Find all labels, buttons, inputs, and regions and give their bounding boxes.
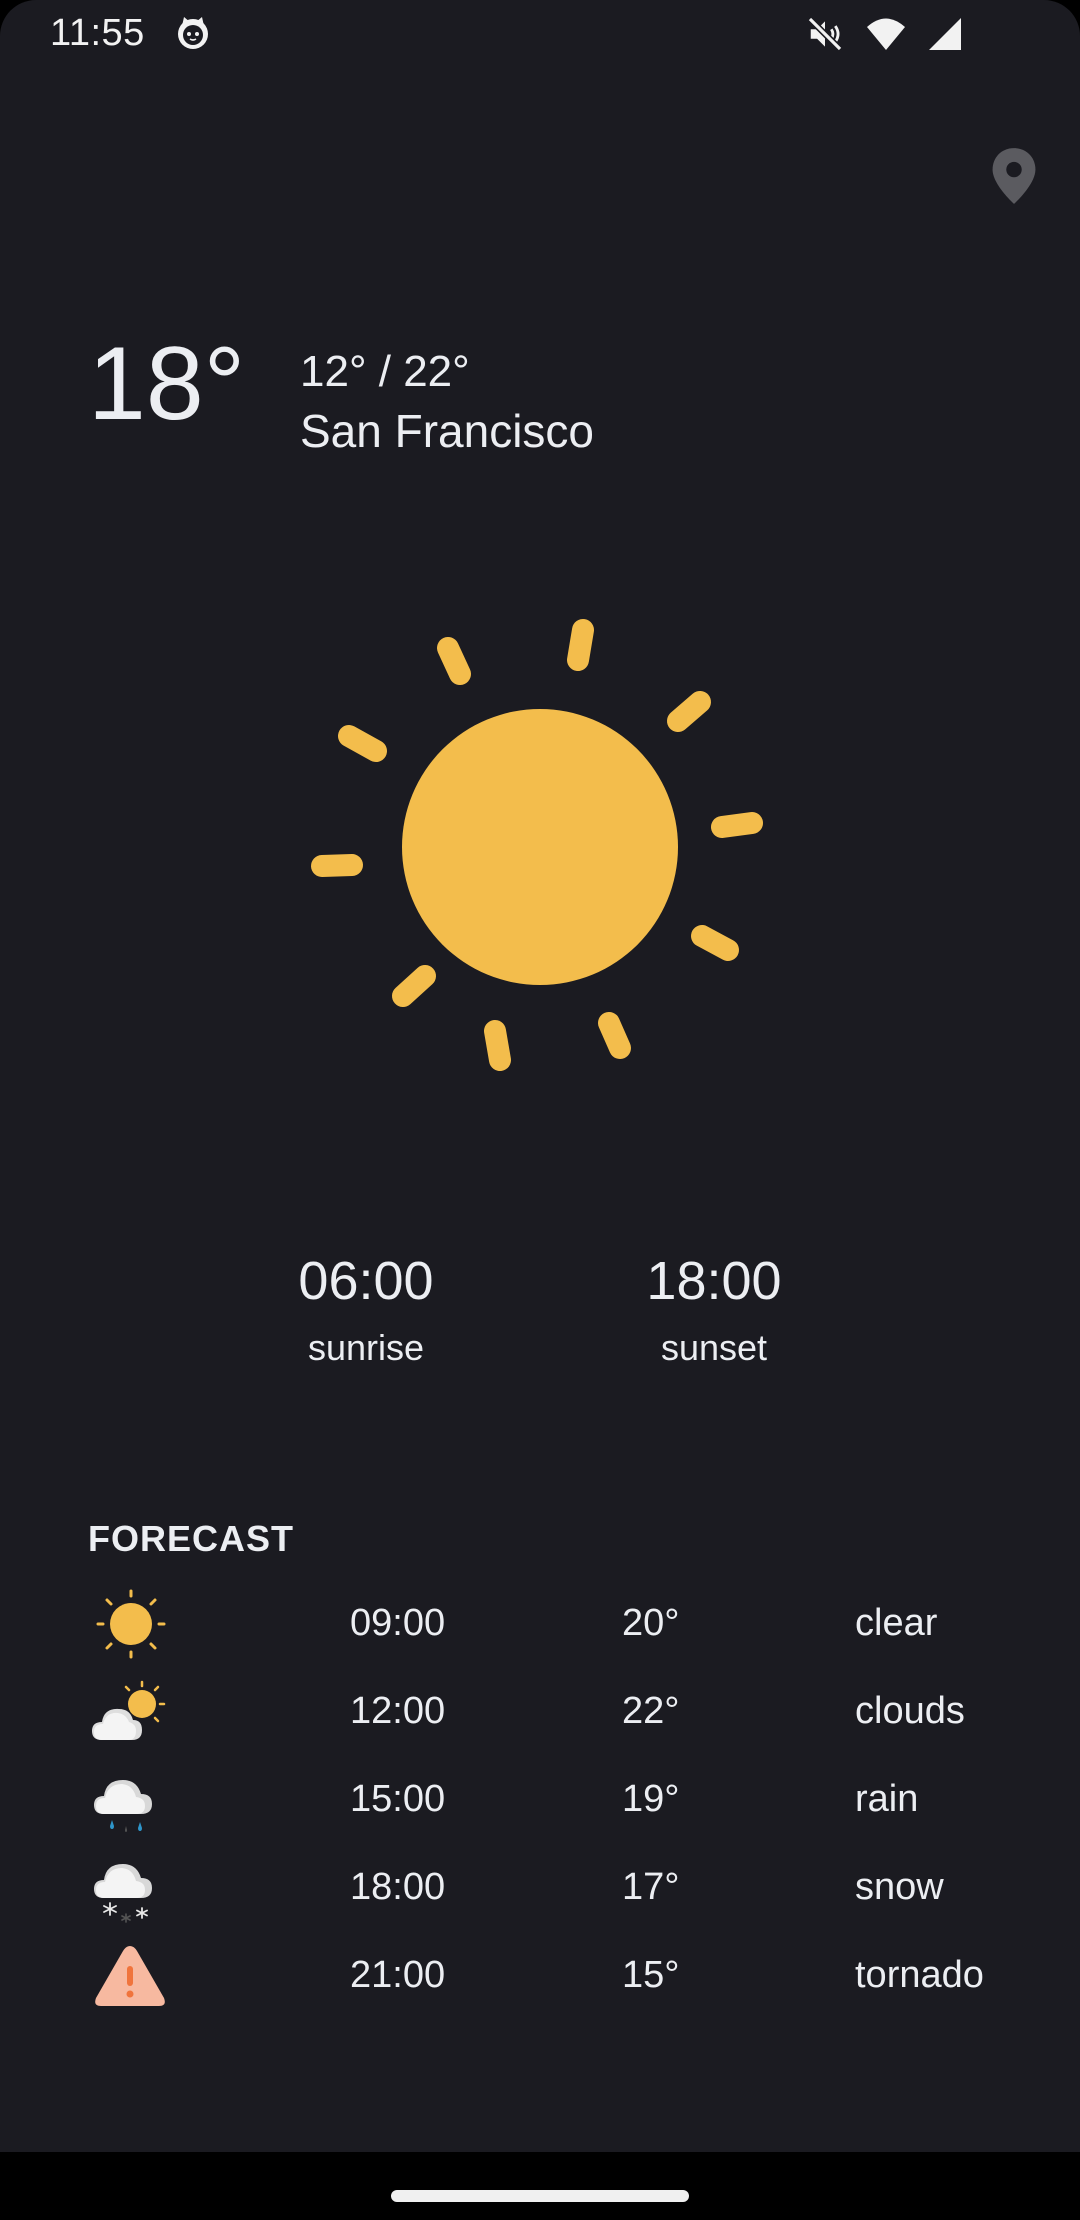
signal-icon — [929, 18, 961, 50]
forecast-row: 15:00 19° rain — [0, 1756, 1080, 1844]
snow-icon — [94, 1864, 152, 1923]
forecast-condition: clear — [855, 1602, 938, 1644]
forecast-condition: rain — [855, 1778, 919, 1820]
weather-screen: 11:55 18° 12° / 22° San Francisco 06:00 … — [0, 0, 1080, 2152]
forecast-condition: clouds — [855, 1690, 965, 1732]
forecast-time: 15:00 — [350, 1778, 446, 1820]
forecast-temperature: 19° — [622, 1778, 680, 1820]
sun-icon — [311, 619, 763, 1071]
forecast-time: 09:00 — [350, 1602, 446, 1644]
forecast-temperature: 15° — [622, 1954, 680, 1996]
location-pin-icon[interactable] — [986, 146, 1042, 206]
forecast-temperature: 20° — [622, 1602, 680, 1644]
temperature-range: 12° / 22° — [300, 347, 470, 396]
forecast-time: 18:00 — [350, 1866, 446, 1908]
status-icons — [806, 14, 962, 54]
sunset-time: 18:00 — [646, 1251, 782, 1311]
home-indicator[interactable] — [391, 2190, 689, 2202]
mute-icon — [807, 16, 843, 52]
forecast-row: 12:00 22° clouds — [0, 1668, 1080, 1756]
status-time: 11:55 — [50, 12, 145, 54]
status-bar: 11:55 — [0, 0, 1080, 72]
forecast-time: 12:00 — [350, 1690, 446, 1732]
rain-icon — [94, 1780, 152, 1832]
forecast-row: 09:00 20° clear — [0, 1580, 1080, 1668]
tornado-warning-icon — [95, 1946, 165, 2006]
forecast-condition: tornado — [855, 1954, 984, 1996]
forecast-row: 18:00 17° snow — [0, 1844, 1080, 1932]
clear-icon — [96, 1589, 166, 1659]
cat-app-icon — [178, 17, 208, 49]
forecast-heading: FORECAST — [88, 1518, 294, 1559]
forecast-temperature: 17° — [622, 1866, 680, 1908]
forecast-temperature: 22° — [622, 1690, 680, 1732]
navigation-bar — [0, 2152, 1080, 2220]
sunset: 18:00 sunset — [584, 1254, 844, 1366]
forecast-condition: snow — [855, 1866, 944, 1908]
forecast-time: 21:00 — [350, 1954, 446, 1996]
sunrise: 06:00 sunrise — [236, 1254, 496, 1366]
forecast-list: 09:00 20° clear 12:00 22° clouds 15:00 1… — [0, 1580, 1080, 2020]
forecast-row: 21:00 15° tornado — [0, 1932, 1080, 2020]
sunrise-label: sunrise — [307, 1327, 425, 1368]
sunrise-time: 06:00 — [298, 1251, 434, 1311]
wifi-icon — [867, 18, 905, 50]
city-name: San Francisco — [300, 405, 595, 457]
current-temperature: 18° — [88, 326, 246, 442]
sunset-label: sunset — [660, 1327, 768, 1368]
clouds-icon — [92, 1680, 166, 1740]
